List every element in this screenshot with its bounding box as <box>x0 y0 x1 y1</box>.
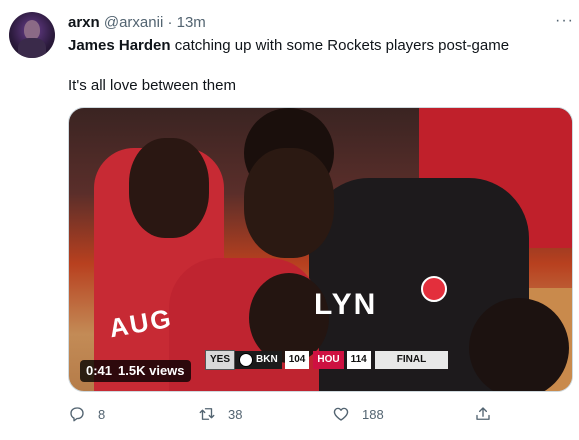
team1-score: 104 <box>284 351 310 369</box>
tweet-text-bold: James Harden <box>68 37 171 54</box>
share-icon <box>476 407 490 420</box>
share-button[interactable] <box>474 403 492 425</box>
avatar[interactable] <box>9 12 55 58</box>
reply-icon <box>70 407 84 422</box>
tweet-text-line2: It's all love between them <box>68 77 236 94</box>
video-duration-badge: 0:41 1.5K views <box>80 360 191 382</box>
team1-badge: BKN <box>235 351 282 369</box>
like-count: 188 <box>362 406 384 422</box>
more-options-icon[interactable]: ··· <box>555 12 574 30</box>
scorebug: YES BKN 104 HOU 114 FINAL <box>205 350 449 370</box>
avatar-face <box>24 20 40 40</box>
timestamp[interactable]: 13m <box>177 14 206 31</box>
tweet-text-rest: catching up with some Rockets players po… <box>170 37 510 54</box>
network-logo: YES <box>205 350 236 370</box>
tweet-actions: 8 38 188 <box>68 403 573 425</box>
video-duration: 0:41 <box>86 363 113 378</box>
reply-count: 8 <box>98 406 106 422</box>
tweet-header: arxn @arxanii · 13m <box>68 13 206 33</box>
team2-name: HOU <box>313 351 344 369</box>
author-name[interactable]: arxn <box>68 14 100 31</box>
jersey-lettering: LYN <box>314 288 378 321</box>
team1-name: BKN <box>256 354 278 365</box>
game-status: FINAL <box>374 351 449 369</box>
team-patch-icon <box>421 276 447 302</box>
heart-icon <box>333 407 349 421</box>
retweet-button[interactable]: 38 <box>198 403 242 425</box>
team2-score: 114 <box>346 351 371 369</box>
player-head <box>469 298 569 391</box>
separator-dot: · <box>167 14 173 31</box>
retweet-icon <box>199 408 215 420</box>
author-handle[interactable]: @arxanii <box>104 14 163 31</box>
avatar-body <box>18 38 46 58</box>
video-player[interactable]: AUG LYN YES BKN 104 HOU 114 FINAL 0:41 1.… <box>68 107 573 392</box>
tweet[interactable]: arxn @arxanii · 13m ··· James Harden cat… <box>0 0 579 440</box>
player-head <box>129 138 209 238</box>
like-button[interactable]: 188 <box>332 403 384 425</box>
player-head <box>244 148 334 258</box>
reply-button[interactable]: 8 <box>68 403 105 425</box>
retweet-count: 38 <box>228 406 243 422</box>
nets-logo-icon <box>239 353 254 367</box>
tweet-text-line1: James Harden catching up with some Rocke… <box>68 36 509 56</box>
video-views: 1.5K views <box>118 363 185 378</box>
